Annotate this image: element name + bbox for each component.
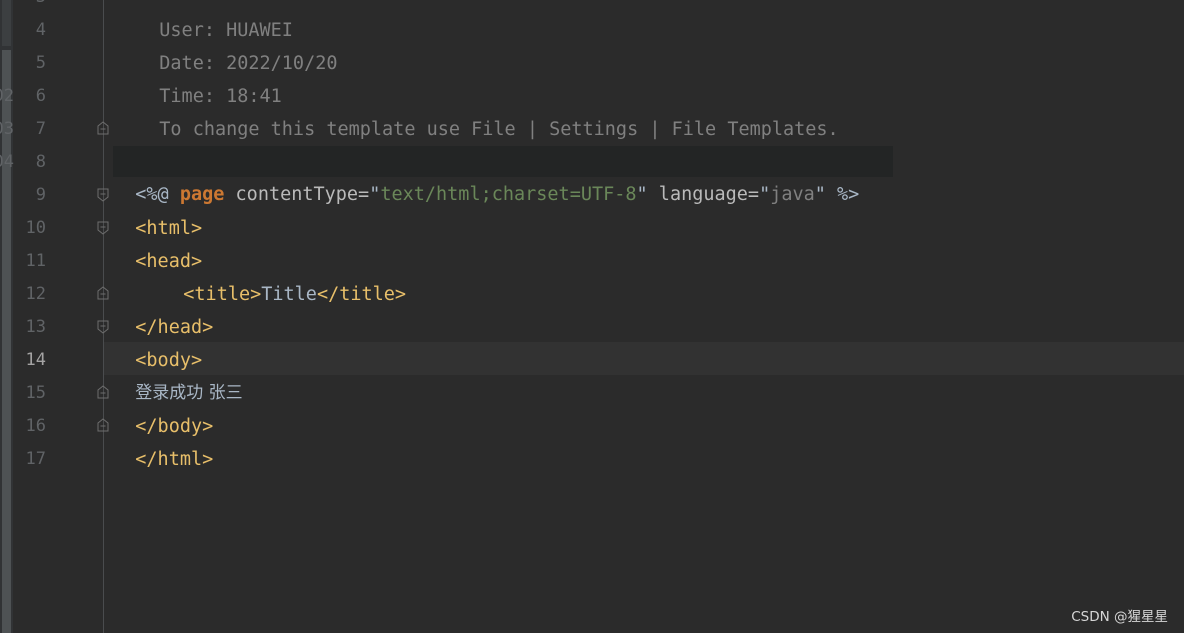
code-line-14[interactable]: 登录成功 张三 (113, 343, 242, 403)
quote: " (636, 184, 648, 205)
code-line-13[interactable]: <body> (113, 311, 202, 371)
line-number: 6 (35, 86, 46, 106)
quote: " (759, 184, 771, 205)
clipped-number: 04 (0, 152, 14, 172)
code-line-7[interactable]: --%> (113, 113, 180, 173)
line-number: 10 (25, 218, 46, 238)
directive-close: %> (825, 184, 860, 205)
gutter-separator (103, 0, 104, 633)
code-line-12[interactable]: </head> (113, 278, 213, 338)
line-number: 16 (25, 416, 46, 436)
line-number: 8 (35, 152, 46, 172)
line-number: 7 (35, 119, 46, 139)
code-line-3[interactable]: User: HUAWEI (137, 0, 293, 41)
line-number: 4 (35, 20, 46, 40)
watermark: CSDN @猩星星 (1071, 609, 1168, 625)
current-line-highlight (104, 342, 1184, 375)
line-number: 12 (25, 284, 46, 304)
quote: " (814, 184, 826, 205)
clipped-number: 03 (0, 119, 14, 139)
code-line-11[interactable]: <title>Title</title> (161, 245, 406, 305)
code-line-5[interactable]: Time: 18:41 (137, 47, 282, 107)
line-number: 9 (35, 185, 46, 205)
line-number: 17 (25, 449, 46, 469)
line-number-current: 14 (25, 350, 46, 370)
attr-value-language: java (770, 184, 815, 205)
fold-end-icon[interactable] (97, 286, 109, 300)
code-line-15[interactable]: </body> (113, 377, 213, 437)
fold-end-icon[interactable] (97, 418, 109, 432)
line-number: 5 (35, 53, 46, 73)
code-line-16[interactable]: </html> (113, 410, 213, 470)
title-close-tag: </title> (316, 284, 407, 305)
title-text: Title (261, 284, 317, 305)
code-line-9[interactable]: <html> (113, 179, 202, 239)
code-line-4[interactable]: Date: 2022/10/20 (137, 14, 337, 74)
line-number: 13 (25, 317, 46, 337)
fold-end-icon[interactable] (97, 121, 109, 135)
code-line-8[interactable]: <%@ page contentType="text/html;charset=… (113, 145, 859, 205)
attr-value-content-type: text/html;charset=UTF-8 (380, 184, 637, 205)
attr-content-type: contentType= (224, 184, 370, 205)
fold-start-icon[interactable] (97, 188, 109, 202)
html-close-tag: </html> (135, 449, 214, 470)
line-number: 11 (25, 251, 46, 271)
code-line-10[interactable]: <head> (113, 212, 202, 272)
line-number: 3 (14, 0, 46, 14)
fold-start-icon[interactable] (97, 320, 109, 334)
fold-start-icon[interactable] (97, 221, 109, 235)
quote: " (369, 184, 381, 205)
clipped-number: 02 (0, 86, 14, 106)
fold-end-icon[interactable] (97, 385, 109, 399)
clipped-line-numbers: 02 03 04 (0, 0, 14, 633)
comment-text: To change this template use File | Setti… (159, 119, 839, 140)
attr-language: language= (647, 184, 760, 205)
line-number: 15 (25, 383, 46, 403)
code-line-6[interactable]: To change this template use File | Setti… (137, 80, 838, 140)
